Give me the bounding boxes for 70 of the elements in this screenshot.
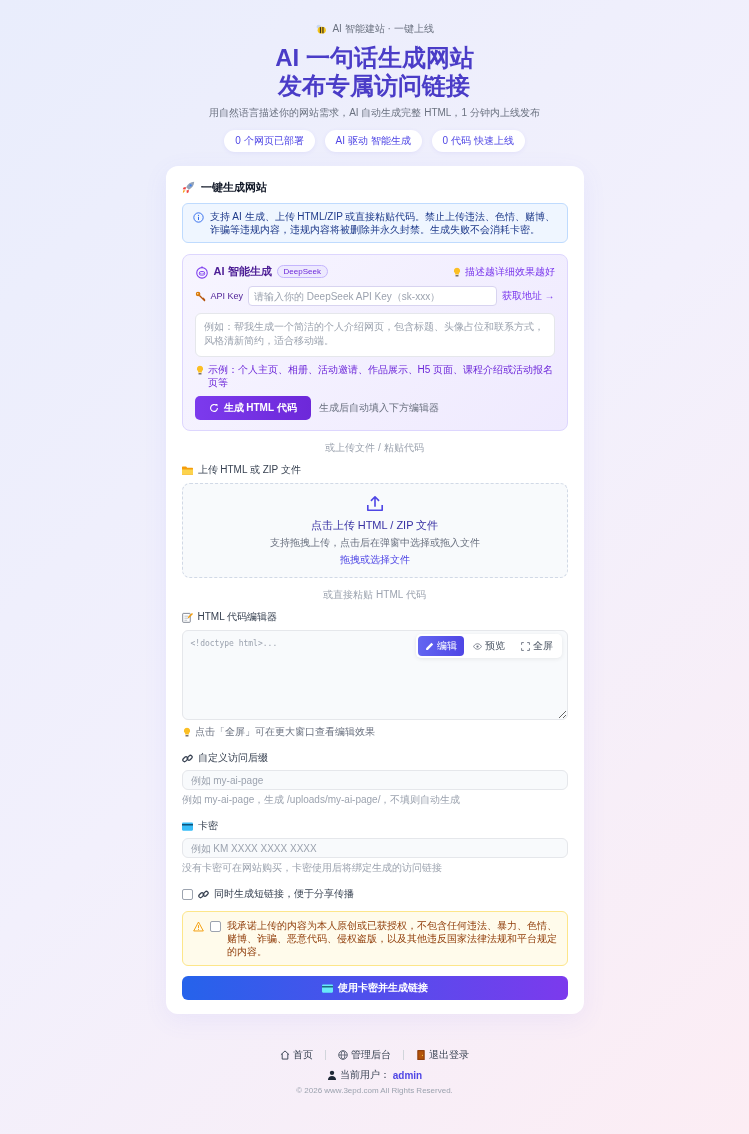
upload-link[interactable]: 拖拽或选择文件 [339, 553, 410, 567]
lightbulb-icon [194, 365, 205, 375]
home-icon [280, 1050, 290, 1060]
card-title: 一键生成网站 [200, 180, 267, 195]
field-label: 卡密 [197, 819, 218, 833]
editor-tab[interactable]: 预览 [465, 636, 512, 656]
bee-icon [315, 23, 328, 35]
editor-hint: 点击「全屏」可在更大窗口查看编辑效果 [194, 725, 375, 739]
folder-icon [181, 464, 193, 476]
upload-hint: 支持拖拽上传，点击后在弹窗中选择或拖入文件 [269, 536, 480, 550]
api-key-label: API Key [210, 291, 243, 301]
generate-note: 生成后自动填入下方编辑器 [318, 401, 439, 415]
checkbox-label: 同时生成短链接，便于分享传播 [213, 887, 354, 901]
user-label: 当前用户： [339, 1068, 390, 1082]
field-label: 自定义访问后缀 [197, 751, 268, 765]
fullscreen-icon [520, 641, 530, 651]
upload-title: 点击上传 HTML / ZIP 文件 [310, 518, 439, 533]
field-help-text: 例如 my-ai-page，生成 /uploads/my-ai-page/，不填则自动生成 [181, 793, 462, 807]
upload-dropzone[interactable]: 点击上传 HTML / ZIP 文件 支持拖拽上传，点击后在弹窗中选择或拖入文件 拖拽或选择文件 [181, 483, 568, 578]
agreement-text: 我承诺上传的内容为本人原创或已获授权，不包含任何违法、暴力、色情、赌博、诈骗、恶意代码、侵权盗版，以及其他违反国家法律法规和平台规定的内容。 [226, 919, 557, 958]
footer-link[interactable]: 首页 [280, 1048, 313, 1062]
api-key-field[interactable]: 请输入你的 DeepSeek API Key（sk-xxx） [248, 286, 497, 306]
robot-icon [194, 264, 209, 279]
section-label: 上传 HTML 或 ZIP 文件 [197, 463, 301, 477]
user-icon [326, 1070, 337, 1080]
checkbox[interactable] [209, 921, 221, 932]
checkbox[interactable] [181, 888, 193, 900]
copyright-text: © 2026 www.3epd.com All Rights Reserved. [296, 1086, 453, 1095]
refresh-icon [208, 403, 219, 413]
divider-text: 或上传文件 / 粘贴代码 [324, 441, 425, 455]
rocket-icon [181, 181, 195, 194]
footer-link[interactable]: 管理后台 [338, 1048, 391, 1062]
link-icon [181, 752, 193, 764]
warning-icon [192, 921, 204, 932]
door-icon [416, 1050, 426, 1060]
field-help-text: 没有卡密可在网站购买，卡密使用后将绑定生成的访问链接 [181, 861, 443, 875]
info-icon [192, 212, 204, 223]
feature-pill: AI 驱动 智能生成 [324, 130, 422, 152]
link-icon [197, 888, 209, 900]
user-name: admin [392, 1069, 423, 1081]
ai-tip-text: 描述越详细效果越好 [464, 264, 555, 279]
model-tag: DeepSeek [276, 265, 328, 278]
generate-button[interactable]: 生成 HTML 代码 [194, 396, 311, 420]
editor-tab[interactable]: 编辑 [417, 636, 464, 656]
eye-icon [472, 641, 482, 651]
editor-tab[interactable]: 全屏 [513, 636, 560, 656]
globe-icon [338, 1050, 348, 1060]
text-field[interactable]: 例如 KM XXXX XXXX XXXX [181, 838, 568, 858]
credit-card-icon [181, 820, 193, 832]
key-icon [194, 290, 206, 302]
ai-panel-title: AI 智能生成 [213, 264, 272, 279]
submit-button[interactable]: 使用卡密并生成链接 [181, 976, 568, 1000]
hero-badge-text: AI 智能建站 · 一键上线 [332, 22, 434, 36]
footer-link[interactable]: 退出登录 [416, 1048, 469, 1062]
pencil-icon [424, 641, 434, 651]
lightbulb-icon [451, 266, 462, 277]
hero-title: AI 一句话生成网站 发布专属访问链接 [275, 44, 474, 100]
feature-pill: 0 代码 快速上线 [431, 130, 525, 152]
divider-text: 或直接粘贴 HTML 代码 [322, 588, 427, 602]
api-key-link[interactable]: 获取地址 → [501, 289, 555, 303]
section-label: HTML 代码编辑器 [197, 610, 278, 624]
text-field[interactable]: 例如 my-ai-page [181, 770, 568, 790]
credit-card-icon [321, 982, 333, 994]
memo-icon [181, 611, 193, 623]
upload-icon [365, 495, 384, 513]
lightbulb-icon [181, 727, 192, 737]
feature-pill: 0 个网页已部署 [224, 130, 315, 152]
notice-text: 支持 AI 生成、上传 HTML/ZIP 或直接粘贴代码。禁止上传违法、色情、赌博、诈骗等违规内容，违规内容将被删除并永久封禁。生成失败不会消耗卡密。 [209, 210, 557, 236]
hero-subtitle: 用自然语言描述你的网站需求，AI 自动生成完整 HTML，1 分钟内上线发布 [209, 106, 540, 120]
examples-text: 示例：个人主页、相册、活动邀请、作品展示、H5 页面、课程介绍或活动报名页等 [207, 363, 555, 389]
